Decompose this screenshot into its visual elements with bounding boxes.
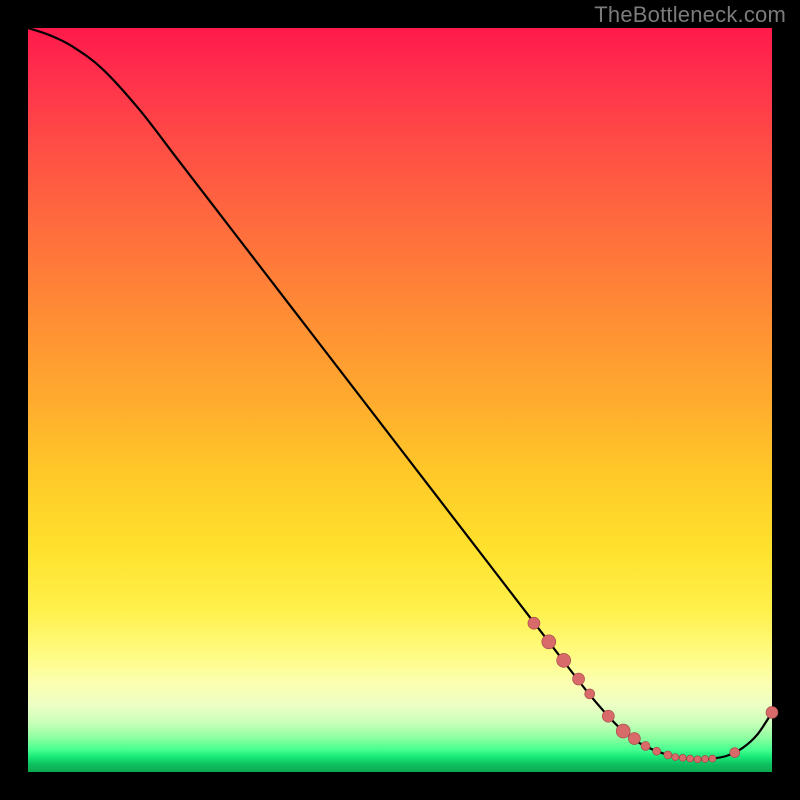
data-marker (602, 710, 614, 722)
data-marker (653, 747, 661, 755)
data-marker (585, 689, 595, 699)
data-marker (709, 755, 716, 762)
data-marker (557, 653, 571, 667)
chart-frame: TheBottleneck.com (0, 0, 800, 800)
data-marker (687, 755, 694, 762)
data-markers (528, 617, 778, 763)
plot-area (28, 28, 772, 772)
data-marker (528, 617, 540, 629)
data-marker (730, 748, 740, 758)
data-marker (628, 733, 640, 745)
data-marker (694, 756, 701, 763)
data-marker (616, 724, 630, 738)
data-marker (573, 673, 585, 685)
chart-svg (28, 28, 772, 772)
data-marker (542, 635, 556, 649)
data-marker (672, 754, 679, 761)
data-marker (679, 754, 686, 761)
data-marker (641, 741, 650, 750)
data-marker (664, 751, 672, 759)
watermark-label: TheBottleneck.com (594, 2, 786, 28)
bottleneck-curve (28, 28, 772, 759)
data-marker (766, 706, 778, 718)
data-marker (702, 755, 709, 762)
